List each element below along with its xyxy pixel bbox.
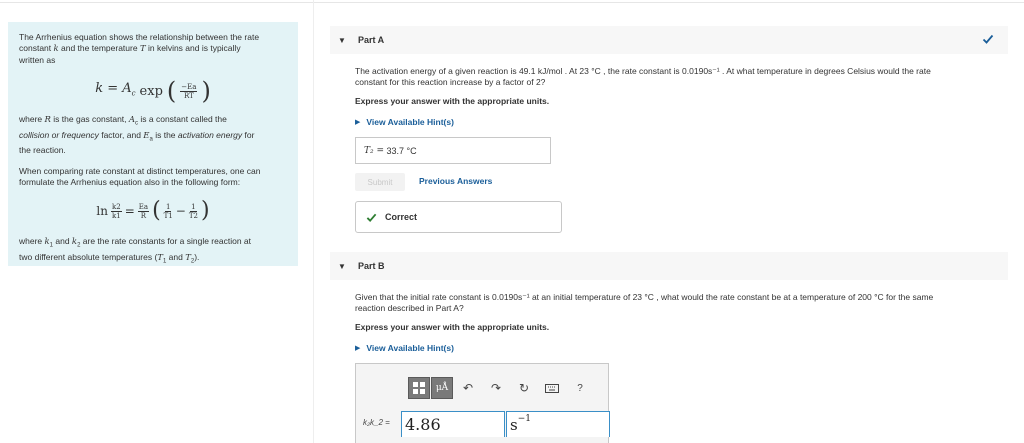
part-b-hint-link[interactable]: ▶ View Available Hint(s): [355, 343, 454, 353]
top-border: [0, 2, 1024, 3]
arrhenius-equation: k = Ac exp ( −Ea RT ): [95, 77, 211, 105]
expand-arrow-icon: ▶: [355, 345, 361, 352]
collapse-triangle-icon[interactable]: ▼: [338, 262, 348, 271]
correct-feedback: Correct: [355, 201, 562, 233]
help-icon[interactable]: ?: [567, 377, 593, 399]
part-a-header[interactable]: ▼ Part A: [330, 26, 1008, 54]
previous-answers-link[interactable]: Previous Answers: [419, 176, 492, 186]
part-b-instruction: Express your answer with the appropriate…: [355, 322, 550, 332]
expand-arrow-icon: ▶: [355, 119, 361, 126]
redo-icon[interactable]: ↷: [483, 377, 509, 399]
part-a-hint-link[interactable]: ▶ View Available Hint(s): [355, 117, 454, 127]
value-input[interactable]: 4.86: [401, 411, 505, 437]
final-text: where k1 and k2 are the rate constants f…: [19, 236, 251, 265]
comparison-text: When comparing rate constant at distinct…: [19, 166, 261, 188]
part-a-instruction: Express your answer with the appropriate…: [355, 96, 550, 106]
reset-icon[interactable]: ↻: [511, 377, 537, 399]
part-a-title: Part A: [358, 35, 385, 45]
units-button[interactable]: μÅ: [431, 377, 453, 399]
submit-button[interactable]: Submit: [355, 173, 405, 191]
answer-value: 33.7 °C: [386, 145, 417, 156]
part-b-header[interactable]: ▼ Part B: [330, 252, 1008, 280]
equation-toolbar: μÅ ↶ ↷ ↻ ?: [408, 377, 593, 399]
two-point-equation: ln k2 k1 = Ea R ( 1 T1 − 1 T2 ): [96, 198, 210, 224]
keyboard-icon[interactable]: [539, 377, 565, 399]
correct-check-icon: [366, 213, 377, 222]
unit-input[interactable]: s−1: [506, 411, 610, 437]
part-b-title: Part B: [358, 261, 385, 271]
templates-button[interactable]: [408, 377, 430, 399]
column-divider: [313, 0, 314, 443]
info-panel: The Arrhenius equation shows the relatio…: [8, 22, 298, 266]
intro-text: The Arrhenius equation shows the relatio…: [19, 32, 260, 65]
answer-label: T₂ =: [364, 145, 385, 156]
undo-icon[interactable]: ↶: [455, 377, 481, 399]
part-b-question: Given that the initial rate constant is …: [355, 292, 934, 313]
template-grid-icon: [413, 382, 425, 394]
part-b-answer-area: μÅ ↶ ↷ ↻ ? k₂k_2 = 4.86 s−1: [355, 363, 610, 443]
part-a-question: The activation energy of a given reactio…: [355, 66, 931, 87]
part-a-answer-field[interactable]: T₂ = 33.7 °C: [355, 137, 551, 164]
input-label: k₂k_2 =: [363, 418, 390, 427]
collapse-triangle-icon[interactable]: ▼: [338, 36, 348, 45]
where-text: where R is the gas constant, Ac is a con…: [19, 114, 255, 156]
checkmark-icon: [982, 34, 994, 44]
